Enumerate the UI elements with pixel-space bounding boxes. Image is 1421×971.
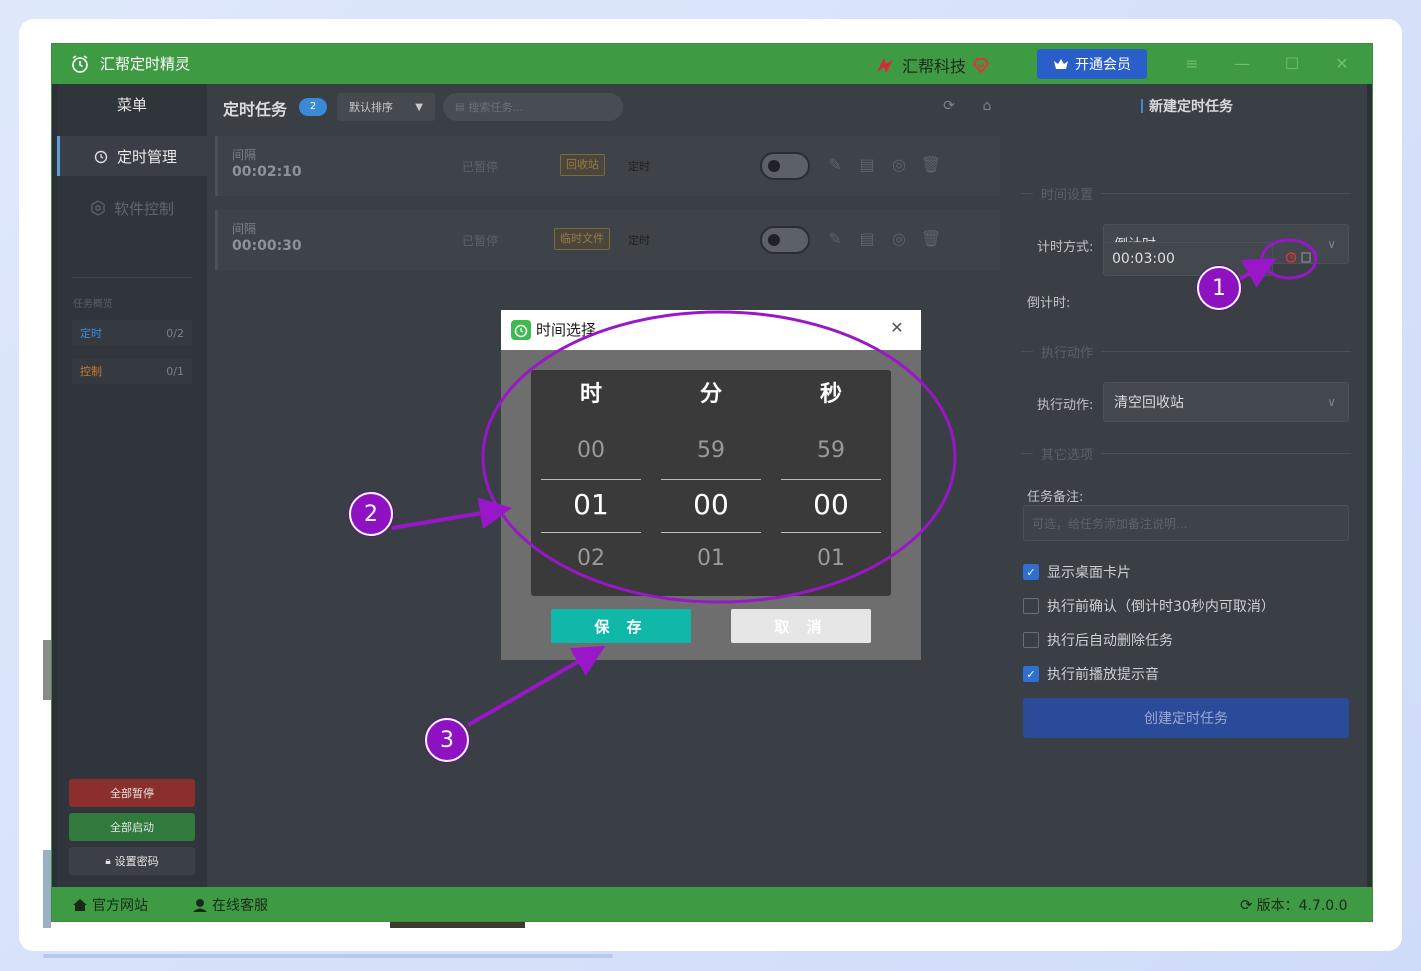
step-badge: 1 bbox=[1197, 266, 1241, 310]
highlight-ellipse bbox=[1260, 238, 1318, 280]
annotation-arrow bbox=[1237, 258, 1277, 288]
highlight-ellipse bbox=[481, 310, 957, 604]
annotation-arrow bbox=[391, 497, 512, 530]
step-badge: 3 bbox=[425, 718, 469, 762]
annotation-arrow bbox=[467, 646, 606, 727]
annotation-overlay bbox=[391, 238, 1318, 727]
step-badge: 2 bbox=[349, 492, 393, 536]
